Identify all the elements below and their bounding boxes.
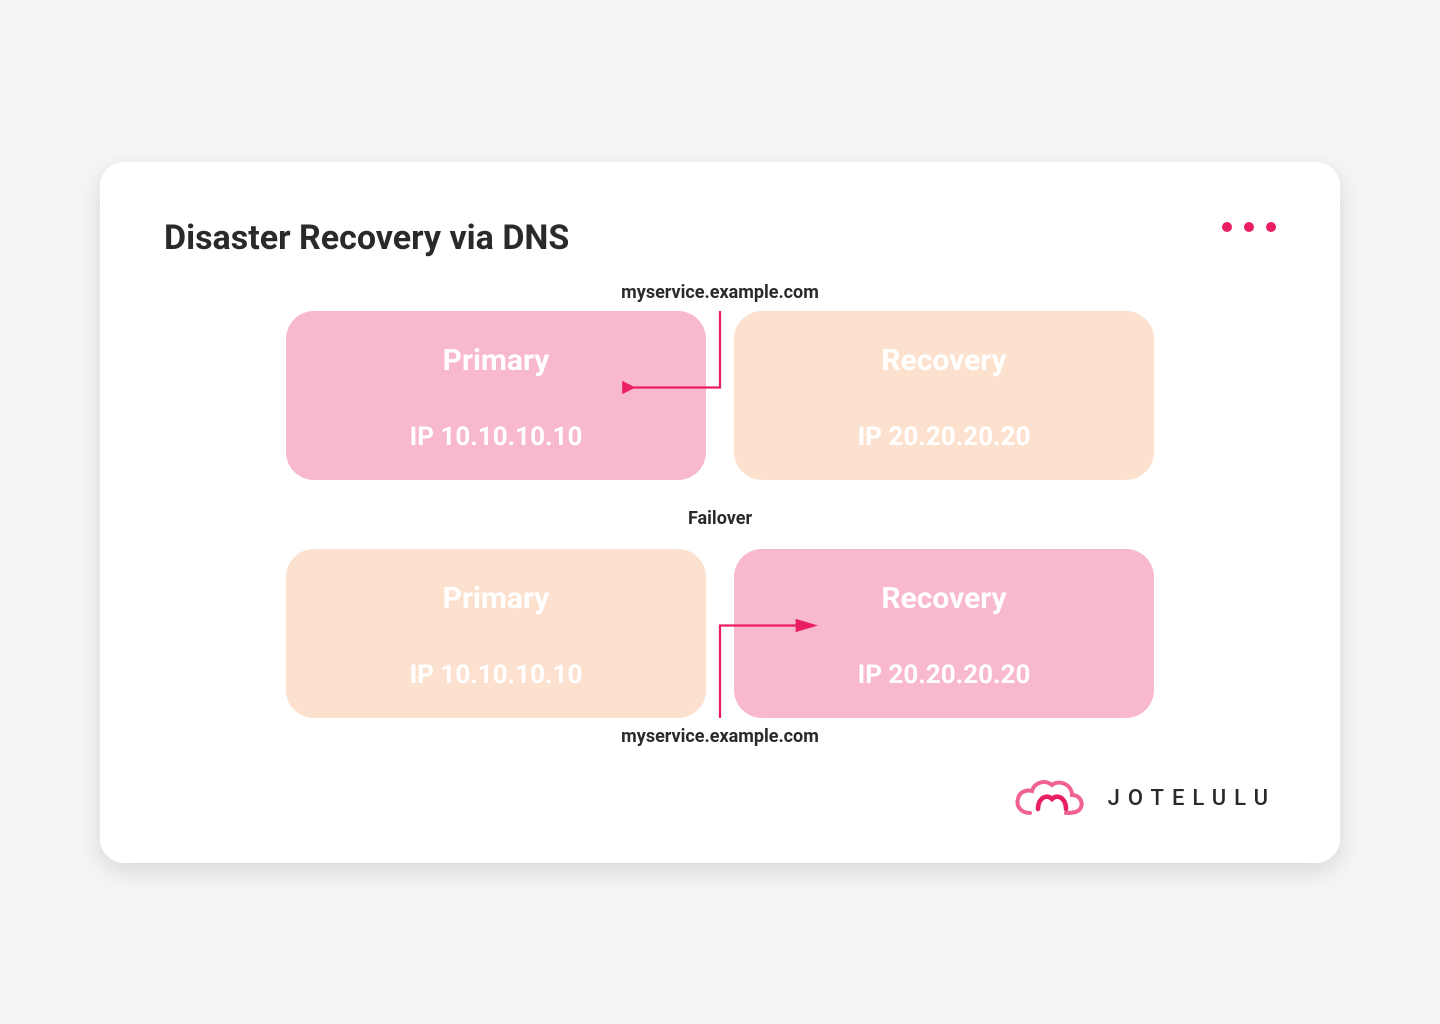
- brand-name: JOTELULU: [1108, 786, 1276, 811]
- before-row: Primary IP 10.10.10.10 Recovery IP 20.20…: [164, 311, 1276, 480]
- diagram-title: Disaster Recovery via DNS: [164, 218, 1276, 258]
- box-ip: IP 10.10.10.10: [310, 422, 682, 452]
- box-label: Recovery: [758, 343, 1130, 378]
- dot-icon: [1266, 222, 1276, 232]
- box-ip: IP 20.20.20.20: [758, 422, 1130, 452]
- after-row: Primary IP 10.10.10.10 Recovery IP 20.20…: [164, 549, 1276, 718]
- primary-box-before: Primary IP 10.10.10.10: [286, 311, 706, 480]
- diagram-card: Disaster Recovery via DNS myservice.exam…: [100, 162, 1340, 863]
- box-ip: IP 10.10.10.10: [310, 660, 682, 690]
- recovery-box-after: Recovery IP 20.20.20.20: [734, 549, 1154, 718]
- failover-label: Failover: [164, 508, 1276, 529]
- box-ip: IP 20.20.20.20: [758, 660, 1130, 690]
- brand-row: JOTELULU: [164, 775, 1276, 823]
- box-label: Primary: [310, 581, 682, 616]
- recovery-box-before: Recovery IP 20.20.20.20: [734, 311, 1154, 480]
- dot-icon: [1222, 222, 1232, 232]
- window-dots: [1222, 222, 1276, 232]
- after-row-wrap: Primary IP 10.10.10.10 Recovery IP 20.20…: [164, 549, 1276, 718]
- hostname-label-top: myservice.example.com: [164, 282, 1276, 303]
- dot-icon: [1244, 222, 1254, 232]
- box-label: Recovery: [758, 581, 1130, 616]
- primary-box-after: Primary IP 10.10.10.10: [286, 549, 706, 718]
- box-label: Primary: [310, 343, 682, 378]
- cloud-logo-icon: [1010, 775, 1088, 823]
- before-row-wrap: Primary IP 10.10.10.10 Recovery IP 20.20…: [164, 311, 1276, 480]
- hostname-label-bottom: myservice.example.com: [164, 726, 1276, 747]
